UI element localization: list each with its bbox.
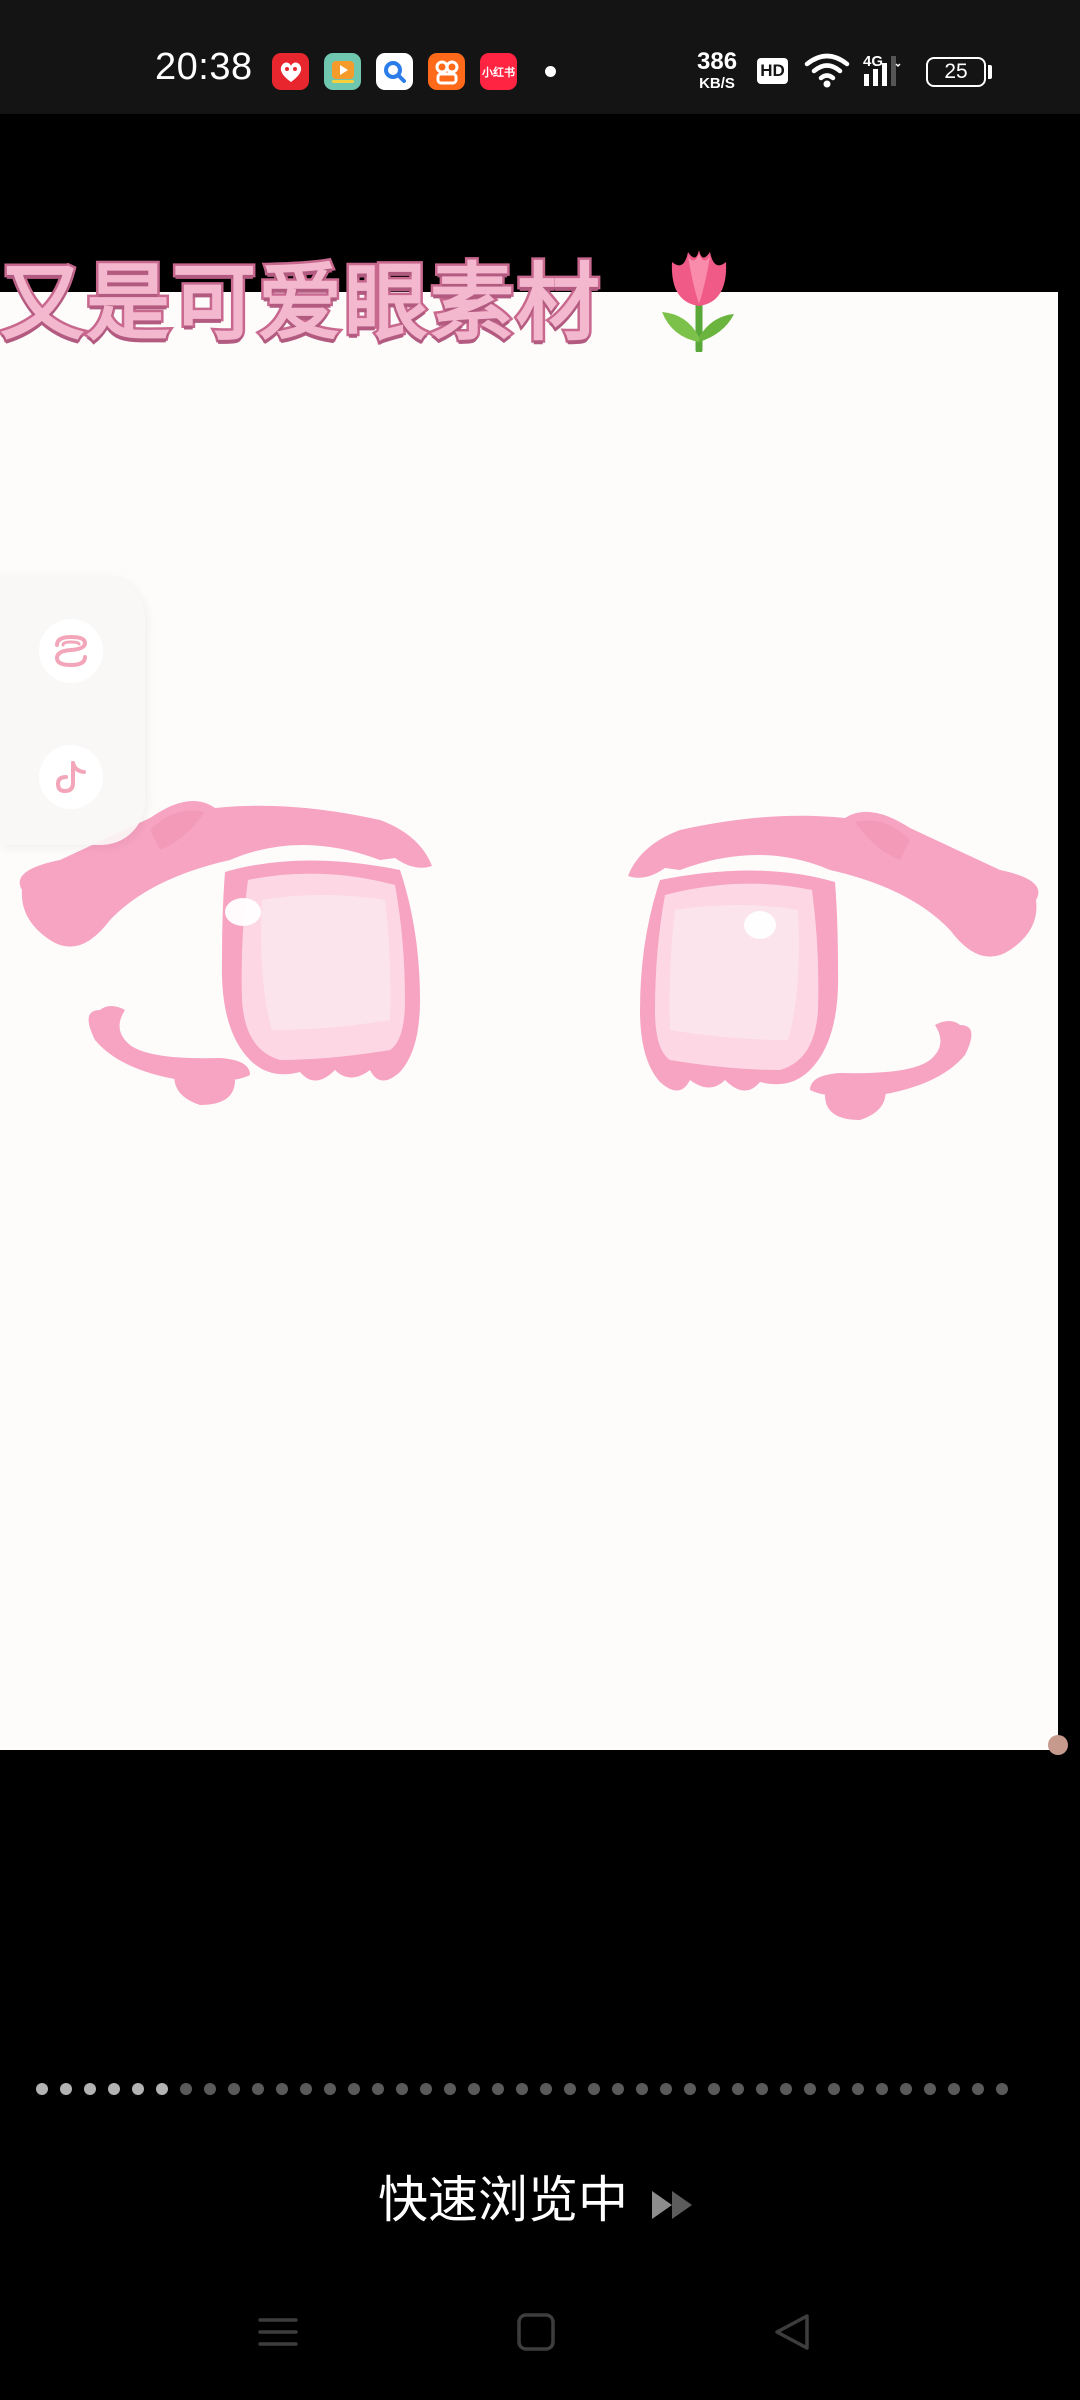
network-speed-unit: KB/S (699, 75, 735, 92)
image-pagination-dots (36, 2083, 1016, 2095)
pagination-dot (204, 2083, 216, 2095)
fast-browse-indicator[interactable]: 快速浏览中 (0, 2160, 1080, 2233)
pagination-dot (780, 2083, 792, 2095)
network-type-label: 4G (863, 53, 883, 70)
cellular-signal-icon: 4G (863, 53, 901, 86)
pagination-dot (708, 2083, 720, 2095)
pagination-dot (948, 2083, 960, 2095)
pagination-dot (300, 2083, 312, 2095)
pagination-dot (804, 2083, 816, 2095)
status-bar: 20:38 小红书 386 KB/S HD 4G 25 (0, 0, 1080, 114)
pagination-dot (852, 2083, 864, 2095)
pagination-dot (756, 2083, 768, 2095)
pagination-dot (156, 2083, 168, 2095)
pagination-dot (228, 2083, 240, 2095)
pagination-dot (876, 2083, 888, 2095)
share-panel (0, 575, 145, 845)
more-notifications-dot (545, 66, 556, 77)
pagination-dot (924, 2083, 936, 2095)
network-speed-value: 386 (697, 48, 738, 75)
pagination-dot (84, 2083, 96, 2095)
pagination-dot (684, 2083, 696, 2095)
pagination-dot (108, 2083, 120, 2095)
fast-forward-icon (650, 2175, 702, 2233)
right-eye (628, 811, 1039, 1120)
pagination-dot (540, 2083, 552, 2095)
douyin-icon (55, 761, 86, 794)
pagination-dot (492, 2083, 504, 2095)
pagination-dot (828, 2083, 840, 2095)
pagination-dot (516, 2083, 528, 2095)
pagination-dot (612, 2083, 624, 2095)
pagination-dot (660, 2083, 672, 2095)
heart-app-icon (272, 53, 309, 90)
fast-browse-label: 快速浏览中 (378, 2171, 628, 2229)
tulip-icon (662, 250, 734, 352)
cute-eyes-illustration (19, 800, 1039, 1120)
screen: 20:38 小红书 386 KB/S HD 4G 25 又是可爱眼素材 快速浏览… (0, 0, 1080, 2400)
status-time: 20:38 (155, 46, 253, 88)
pagination-dot (996, 2083, 1008, 2095)
pagination-dot (348, 2083, 360, 2095)
pagination-dot (324, 2083, 336, 2095)
kuaishou-app-icon (428, 53, 465, 90)
xiaohongshu-app-icon: 小红书 (480, 53, 517, 90)
pagination-dot (60, 2083, 72, 2095)
pagination-dot (420, 2083, 432, 2095)
pagination-dot (588, 2083, 600, 2095)
pagination-dot (468, 2083, 480, 2095)
douyin-share-button[interactable] (39, 745, 103, 809)
pagination-dot (636, 2083, 648, 2095)
network-speed: 386 KB/S (697, 48, 738, 92)
battery-tip (988, 65, 992, 79)
battery-indicator: 25 (926, 57, 986, 87)
weibo-icon (54, 634, 88, 668)
pagination-dot (900, 2083, 912, 2095)
left-eye (19, 800, 432, 1105)
menu-nav-button[interactable] (258, 2312, 298, 2352)
pagination-dot (396, 2083, 408, 2095)
pagination-dot (972, 2083, 984, 2095)
pagination-dot (372, 2083, 384, 2095)
pagination-dot (180, 2083, 192, 2095)
pagination-dot (732, 2083, 744, 2095)
pagination-dot (276, 2083, 288, 2095)
post-image-edge (1048, 1735, 1068, 1755)
pagination-dot (444, 2083, 456, 2095)
hd-badge: HD (757, 58, 788, 84)
home-nav-button[interactable] (516, 2312, 556, 2352)
post-overlay-title: 又是可爱眼素材 (0, 252, 603, 355)
weibo-share-button[interactable] (39, 619, 103, 683)
video-app-icon (324, 53, 361, 90)
pagination-dot (252, 2083, 264, 2095)
pagination-dot (564, 2083, 576, 2095)
wifi-icon (804, 53, 850, 88)
battery-level: 25 (944, 60, 968, 83)
search-app-icon (376, 53, 413, 90)
pagination-dot (132, 2083, 144, 2095)
back-nav-button[interactable] (772, 2312, 812, 2352)
pagination-dot (36, 2083, 48, 2095)
